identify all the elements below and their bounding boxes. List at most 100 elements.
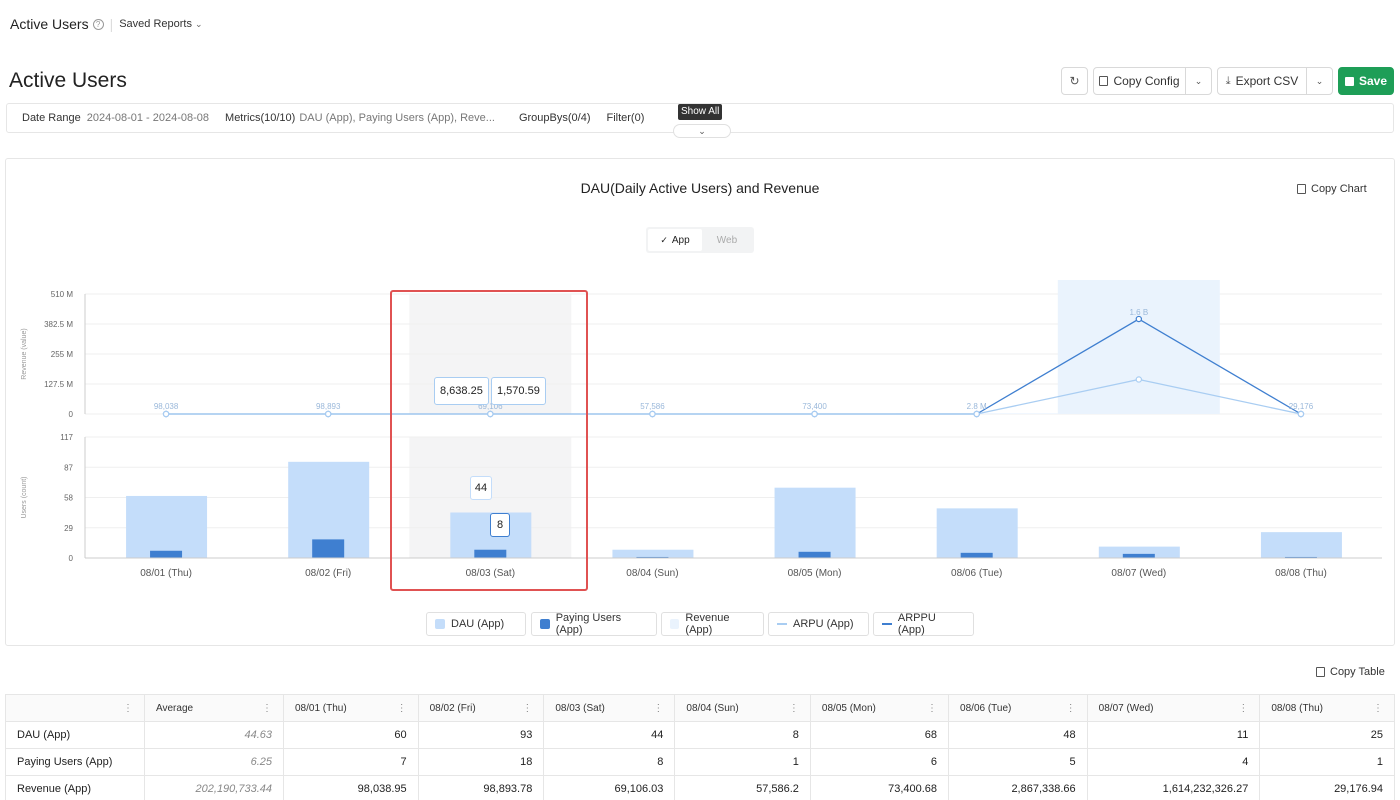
table-header[interactable]: 08/07 (Wed) ⋮ (1086, 694, 1261, 722)
metrics-value: DAU (App), Paying Users (App), Reve... (299, 112, 495, 124)
header-label: 08/02 (Fri) (429, 702, 476, 714)
header-label: 08/03 (Sat) (555, 702, 605, 714)
help-icon[interactable]: ? (92, 18, 104, 30)
download-icon: ⤓ (1225, 74, 1231, 87)
x-tick-label: 08/07 (Wed) (1111, 568, 1166, 579)
tooltip-dau: 44 (470, 476, 492, 500)
copy-config-dropdown[interactable]: ⌄ (1185, 67, 1212, 95)
save-button[interactable]: Save (1338, 67, 1394, 95)
table-header[interactable]: 08/02 (Fri) ⋮ (417, 694, 545, 722)
paying-users-bar (798, 551, 831, 558)
toggle-app[interactable]: ✓ App (648, 229, 702, 251)
table-cell: 68 (809, 721, 950, 749)
expand-filters-button[interactable]: ⌄ (673, 124, 731, 138)
refresh-button[interactable]: ↻ (1061, 67, 1088, 95)
copy-config-button[interactable]: Copy Config (1093, 67, 1186, 95)
header-label: 08/04 (Sun) (686, 702, 739, 714)
table-header[interactable]: 08/03 (Sat) ⋮ (543, 694, 676, 722)
groupbys-filter[interactable]: GroupBys(0/4) (519, 112, 591, 124)
kebab-icon[interactable]: ⋮ (1066, 703, 1076, 714)
table-cell: 2,867,338.66 (948, 775, 1088, 800)
kebab-icon[interactable]: ⋮ (789, 703, 799, 714)
tooltip-arppu: 1,570.59 (491, 377, 546, 405)
table-cell: 44 (543, 721, 676, 749)
y-tick-label: 87 (64, 463, 73, 472)
date-range-filter[interactable]: Date Range 2024-08-01 - 2024-08-08 (22, 112, 209, 124)
filter-filter[interactable]: Filter(0) (606, 112, 644, 124)
saved-reports-dropdown[interactable]: Saved Reports ⌄ (119, 18, 202, 30)
save-icon (1344, 76, 1354, 86)
kebab-icon[interactable]: ⋮ (522, 703, 532, 714)
header-label: 08/01 (Thu) (295, 702, 347, 714)
kebab-icon[interactable]: ⋮ (123, 703, 133, 714)
legend-label: Paying Users (App) (555, 612, 622, 636)
revenue-data-label: 73,400 (802, 402, 827, 411)
y-tick-label: 255 M (51, 350, 74, 359)
legend-label: ARPPU (App) (897, 612, 936, 636)
table-cell: 48 (948, 721, 1088, 749)
row-average: 6.25 (144, 748, 284, 776)
paying-users-bar (960, 552, 993, 558)
table-cell: 11 (1086, 721, 1261, 749)
table-cell: 1 (1259, 748, 1395, 776)
x-tick-label: 08/04 (Sun) (626, 568, 678, 579)
table-cell: 25 (1259, 721, 1395, 749)
legend-paying[interactable]: Paying Users (App) (531, 612, 657, 636)
table-header[interactable]: 08/01 (Thu) ⋮ (283, 694, 419, 722)
copy-chart-button[interactable]: Copy Chart (1297, 183, 1367, 195)
y-tick-label: 29 (64, 524, 73, 533)
export-csv-button[interactable]: ⤓ Export CSV (1217, 67, 1307, 95)
table-row: DAU (App) 44.63 60 93 44 8 68 48 11 25 (5, 721, 1395, 749)
table-header[interactable]: Average ⋮ (144, 694, 284, 722)
legend-arpu[interactable]: ARPU (App) (768, 612, 869, 636)
table-cell: 4 (1086, 748, 1261, 776)
header-label: 08/06 (Tue) (960, 702, 1012, 714)
copy-table-button[interactable]: Copy Table (1316, 666, 1385, 678)
dau-bar (612, 549, 694, 558)
copy-config-label: Copy Config (1113, 74, 1180, 88)
dau-bar (126, 495, 208, 558)
kebab-icon[interactable]: ⋮ (397, 703, 407, 714)
x-tick-label: 08/01 (Thu) (140, 568, 192, 579)
y-tick-label: 127.5 M (44, 380, 73, 389)
x-tick-label: 08/02 (Fri) (305, 568, 351, 579)
legend-revenue[interactable]: Revenue (App) (661, 612, 764, 636)
y-tick-label: 117 (60, 433, 73, 442)
y-tick-label: 58 (64, 494, 73, 503)
revenue-bar (1057, 280, 1220, 414)
legend-arppu[interactable]: ARPPU (App) (873, 612, 974, 636)
chevron-down-icon: ⌄ (698, 126, 706, 136)
legend-dau[interactable]: DAU (App) (426, 612, 526, 636)
kebab-icon[interactable]: ⋮ (1373, 703, 1383, 714)
table-header[interactable]: 08/08 (Thu) ⋮ (1259, 694, 1395, 722)
toggle-web[interactable]: Web (702, 229, 752, 251)
table-cell: 29,176.94 (1259, 775, 1395, 800)
export-csv-dropdown[interactable]: ⌄ (1306, 67, 1333, 95)
legend-label: ARPU (App) (793, 618, 854, 630)
table-row: Revenue (App) 202,190,733.44 98,038.95 98,8… (5, 775, 1395, 800)
table-cell: 7 (283, 748, 419, 776)
table-header[interactable]: 08/04 (Sun) ⋮ (674, 694, 811, 722)
table-header[interactable]: 08/06 (Tue) ⋮ (948, 694, 1088, 722)
y-axis-title: Revenue (value) (21, 328, 28, 379)
table-header[interactable]: 08/05 (Mon) ⋮ (809, 694, 950, 722)
table-cell: 5 (948, 748, 1088, 776)
kebab-icon[interactable]: ⋮ (1238, 703, 1248, 714)
table-cell: 8 (674, 721, 811, 749)
metrics-filter[interactable]: Metrics(10/10) DAU (App), Paying Users (… (225, 112, 495, 124)
table-cell: 6 (809, 748, 950, 776)
header-label: 08/08 (Thu) (1271, 702, 1324, 714)
revenue-data-label: 2.8 M (967, 402, 987, 411)
page-title: Active Users (9, 69, 127, 92)
paying-users-bar (150, 550, 183, 558)
arppu-point (1135, 315, 1143, 323)
table-cell: 57,586.2 (674, 775, 811, 800)
tooltip-paying: 8 (490, 513, 510, 537)
kebab-icon[interactable]: ⋮ (262, 703, 272, 714)
kebab-icon[interactable]: ⋮ (927, 703, 937, 714)
legend-swatch (882, 623, 892, 625)
table-header-corner: ⋮ (5, 694, 145, 722)
kebab-icon[interactable]: ⋮ (653, 703, 663, 714)
x-tick-label: 08/05 (Mon) (788, 568, 842, 579)
table-cell: 98,893.78 (417, 775, 545, 800)
